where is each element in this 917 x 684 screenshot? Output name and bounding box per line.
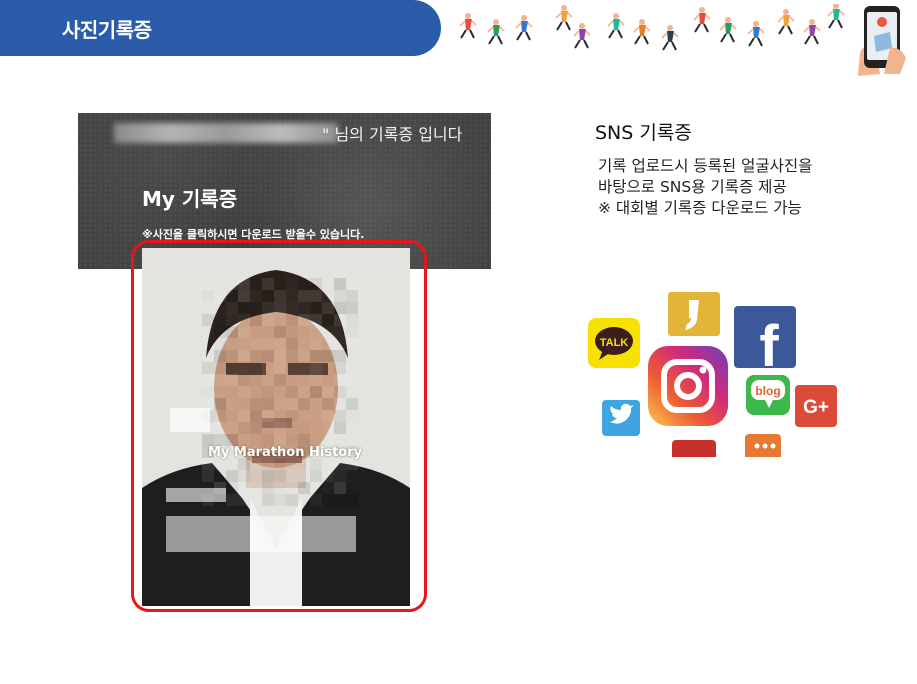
sns-desc-line: 기록 업로드시 등록된 얼굴사진을 [598, 157, 813, 175]
google-plus-icon: G+ [795, 385, 837, 427]
runner-figure [633, 19, 651, 45]
runner-figure [777, 9, 795, 35]
runner-figure [555, 5, 573, 31]
runner-figure [827, 4, 845, 29]
runner-figure [487, 19, 505, 45]
download-note: ※사진을 클릭하시면 다운로드 받을수 있습니다. [142, 228, 365, 241]
runner-figure [719, 17, 737, 43]
runner-figure [515, 15, 533, 41]
runner-figure [573, 23, 591, 49]
naver-blog-icon: blog [746, 375, 790, 415]
sns-desc-line: ※ 대회별 기록증 다운로드 가능 [598, 199, 802, 217]
runner-figure [747, 21, 765, 47]
runner-figure [607, 13, 625, 39]
facebook-label: f [759, 314, 779, 379]
runner-figure [693, 7, 711, 33]
runner-figure [459, 13, 477, 39]
kakaotalk-icon: TALK [588, 318, 640, 368]
runner-figure [661, 25, 679, 51]
sns-description: 기록 업로드시 등록된 얼굴사진을 바탕으로 SNS용 기록증 제공 ※ 대회별… [598, 156, 812, 219]
sns-desc-line: 바탕으로 SNS용 기록증 제공 [598, 178, 787, 196]
sns-icons-cluster: TALK f blog G+ [588, 292, 837, 457]
runner-figure [803, 19, 821, 45]
page-title: 사진기록증 [62, 18, 152, 42]
band-icon [745, 434, 781, 457]
sns-title: SNS 기록증 [595, 122, 692, 144]
header-bar: 사진기록증 [0, 0, 441, 56]
my-record-title: My 기록증 [142, 187, 238, 211]
runners-illustration [459, 4, 845, 51]
facebook-icon: f [734, 306, 796, 379]
phone-hand-illustration [858, 6, 906, 76]
kakaotalk-label: TALK [600, 337, 629, 349]
kakaostory-icon [668, 292, 720, 336]
twitter-icon [602, 400, 640, 436]
greeting-text: " 님의 기록증 입니다 [322, 125, 463, 144]
blurred-name [114, 123, 338, 143]
youtube-icon [672, 440, 716, 457]
instagram-icon [648, 346, 728, 426]
blog-label: blog [755, 384, 780, 398]
google-plus-label: G+ [803, 397, 829, 418]
photo-highlight-frame [131, 240, 427, 612]
